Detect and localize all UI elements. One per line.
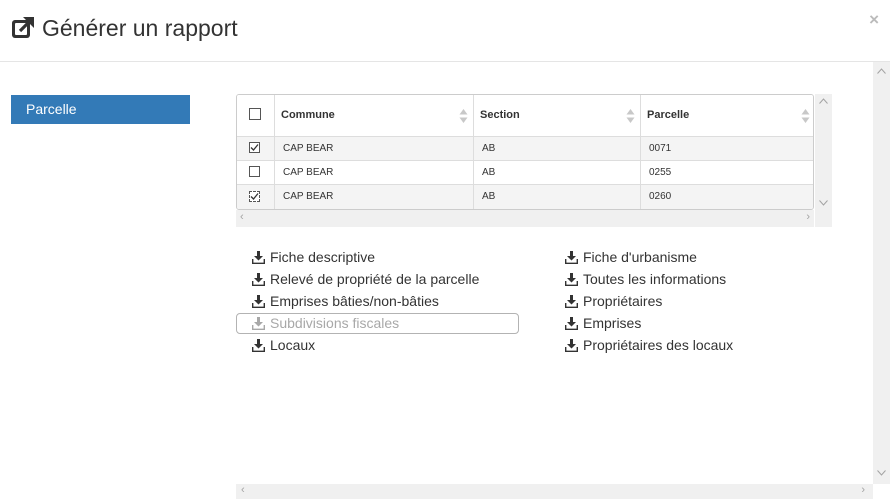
check-icon bbox=[250, 193, 259, 200]
row-checkbox[interactable] bbox=[249, 166, 260, 177]
sort-icon bbox=[459, 109, 468, 123]
download-icon bbox=[252, 251, 265, 264]
scroll-right-icon[interactable]: › bbox=[861, 484, 865, 496]
report-link-label: Locaux bbox=[270, 337, 316, 353]
report-link-label: Toutes les informations bbox=[583, 271, 727, 287]
scroll-up-icon[interactable] bbox=[819, 98, 828, 104]
grid-horizontal-scrollbar[interactable]: ‹ › bbox=[236, 210, 814, 227]
scroll-left-icon[interactable]: ‹ bbox=[241, 484, 245, 496]
report-link-releve-propriete[interactable]: Relevé de propriété de la parcelle bbox=[252, 270, 479, 292]
check-icon bbox=[250, 144, 259, 151]
report-link-label: Fiche d'urbanisme bbox=[583, 249, 697, 265]
report-link-emprises[interactable]: Emprises bbox=[565, 314, 733, 336]
column-header-label: Section bbox=[480, 109, 520, 121]
download-icon bbox=[565, 295, 578, 308]
cell-parcelle: 0071 bbox=[649, 143, 672, 154]
parcel-grid: Commune Section Parcelle CAP BEAR AB 007… bbox=[236, 94, 814, 210]
page-horizontal-scrollbar[interactable]: ‹ › bbox=[236, 484, 873, 499]
row-checkbox[interactable] bbox=[249, 191, 260, 202]
dialog-header: Générer un rapport × bbox=[0, 0, 890, 62]
select-all-column bbox=[237, 95, 275, 136]
table-row[interactable]: CAP BEAR AB 0071 bbox=[237, 137, 813, 161]
column-header-commune[interactable]: Commune bbox=[275, 95, 474, 136]
report-link-label: Relevé de propriété de la parcelle bbox=[270, 271, 480, 287]
grid-vertical-scrollbar[interactable] bbox=[815, 94, 832, 227]
report-link-label: Fiche descriptive bbox=[270, 249, 376, 265]
page-vertical-scrollbar[interactable] bbox=[873, 62, 890, 484]
dialog-title: Générer un rapport bbox=[42, 15, 238, 41]
scroll-left-icon[interactable]: ‹ bbox=[240, 211, 244, 223]
scroll-down-icon[interactable] bbox=[819, 200, 828, 206]
column-header-section[interactable]: Section bbox=[474, 95, 641, 136]
report-link-label: Propriétaires des locaux bbox=[583, 337, 734, 353]
external-link-square-icon bbox=[12, 17, 34, 38]
cell-section: AB bbox=[474, 185, 641, 209]
report-link-fiche-descriptive[interactable]: Fiche descriptive bbox=[252, 248, 479, 270]
report-link-label: Emprises bâties/non-bâties bbox=[270, 293, 439, 309]
row-select-cell bbox=[237, 185, 275, 209]
cell-commune: CAP BEAR bbox=[275, 137, 474, 160]
download-icon bbox=[252, 339, 265, 352]
row-select-cell bbox=[237, 137, 275, 160]
scroll-up-icon[interactable] bbox=[877, 68, 886, 74]
cell-section: AB bbox=[474, 161, 641, 184]
table-row[interactable]: CAP BEAR AB 0260 bbox=[237, 185, 813, 209]
report-link-label: Propriétaires bbox=[583, 293, 663, 309]
cell-parcelle: 0260 bbox=[649, 191, 672, 202]
tab-parcelle[interactable]: Parcelle bbox=[11, 95, 190, 124]
sort-icon bbox=[626, 109, 635, 123]
table-row[interactable]: CAP BEAR AB 0255 bbox=[237, 161, 813, 185]
report-links-right: Fiche d'urbanisme Toutes les information… bbox=[565, 248, 733, 358]
row-checkbox[interactable] bbox=[249, 142, 260, 153]
report-link-proprietaires-locaux[interactable]: Propriétaires des locaux bbox=[565, 336, 733, 358]
column-header-parcelle[interactable]: Parcelle bbox=[641, 95, 813, 136]
report-link-fiche-urbanisme[interactable]: Fiche d'urbanisme bbox=[565, 248, 733, 270]
download-icon bbox=[565, 317, 578, 330]
focus-outline bbox=[236, 313, 519, 334]
report-link-label: Emprises bbox=[583, 315, 642, 331]
cell-commune: CAP BEAR bbox=[275, 161, 474, 184]
row-select-cell bbox=[237, 161, 275, 184]
scroll-down-icon[interactable] bbox=[877, 470, 886, 476]
grid-header: Commune Section Parcelle bbox=[237, 95, 813, 138]
select-all-checkbox[interactable] bbox=[249, 108, 261, 120]
column-header-label: Parcelle bbox=[647, 109, 690, 121]
download-icon bbox=[565, 339, 578, 352]
report-link-toutes-informations[interactable]: Toutes les informations bbox=[565, 270, 733, 292]
cell-commune: CAP BEAR bbox=[275, 185, 474, 209]
close-button[interactable]: × bbox=[869, 10, 879, 30]
sort-icon bbox=[801, 109, 810, 123]
cell-section: AB bbox=[474, 137, 641, 160]
download-icon bbox=[565, 273, 578, 286]
report-link-locaux[interactable]: Locaux bbox=[252, 336, 479, 358]
report-link-proprietaires[interactable]: Propriétaires bbox=[565, 292, 733, 314]
cell-parcelle: 0255 bbox=[649, 167, 672, 178]
download-icon bbox=[565, 251, 578, 264]
scroll-right-icon[interactable]: › bbox=[806, 211, 810, 223]
report-link-emprises-baties[interactable]: Emprises bâties/non-bâties bbox=[252, 292, 479, 314]
download-icon bbox=[252, 295, 265, 308]
column-header-label: Commune bbox=[281, 109, 335, 121]
report-links-left: Fiche descriptive Relevé de propriété de… bbox=[252, 248, 479, 358]
download-icon bbox=[252, 273, 265, 286]
